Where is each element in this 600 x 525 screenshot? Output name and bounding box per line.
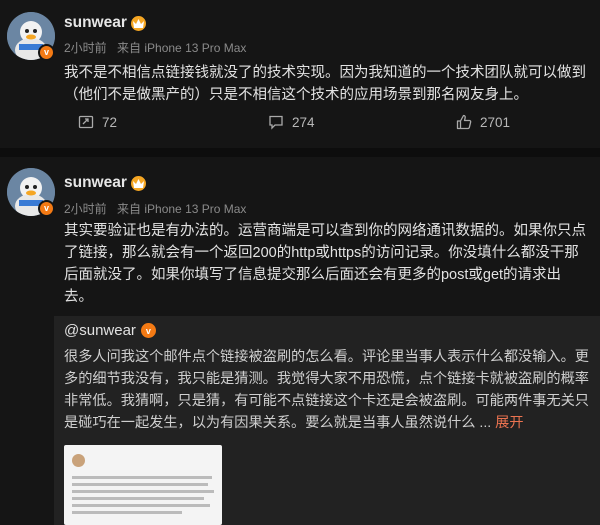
post-source: 来自 iPhone 13 Pro Max (117, 41, 247, 55)
comment-button[interactable]: 274 (268, 114, 315, 130)
comment-count: 274 (292, 114, 315, 130)
weibo-post-1: v sunwear 2小时前 来自 iPhone 13 Pro Max 我不是不… (0, 0, 600, 148)
like-button[interactable]: 2701 (456, 114, 510, 130)
post-time[interactable]: 2小时前 (64, 202, 107, 216)
repost-text: 很多人问我这个邮件点个链接被盗刷的怎么看。评论里当事人表示什么都没输入。更多的细… (64, 349, 589, 431)
username-text[interactable]: sunwear (64, 14, 127, 32)
repost-button[interactable]: 72 (78, 114, 117, 130)
post-text: 其实要验证也是有办法的。运营商端是可以查到你的网络通讯数据的。如果你只点了链接，… (64, 223, 586, 305)
username[interactable]: sunwear (64, 174, 146, 192)
repost-mention[interactable]: @sunwear (64, 322, 136, 339)
post-meta: 2小时前 来自 iPhone 13 Pro Max (64, 200, 253, 217)
like-count: 2701 (480, 114, 511, 130)
post-actions: 72 274 2701 (0, 114, 600, 138)
post-time[interactable]: 2小时前 (64, 41, 107, 55)
username-text[interactable]: sunwear (64, 174, 127, 192)
repost-image-thumbnail[interactable] (64, 445, 222, 525)
thumbnail-text-lines (72, 476, 214, 514)
thumbnail-text (72, 474, 218, 525)
username[interactable]: sunwear (64, 14, 146, 32)
verified-badge-icon: v (140, 323, 156, 338)
comment-icon (269, 115, 283, 130)
post-text: 我不是不相信点链接钱就没了的技术实现。因为我知道的一个技术团队就可以做到（他们不… (64, 65, 586, 103)
post-source: 来自 iPhone 13 Pro Max (117, 202, 247, 216)
like-icon (456, 114, 472, 130)
repost-author[interactable]: @sunwear v (64, 322, 156, 339)
repost-icon (78, 115, 94, 129)
verified-badge-icon: v (38, 44, 55, 61)
weibo-post-2: v sunwear 2小时前 来自 iPhone 13 Pro Max 其实要验… (0, 157, 600, 525)
thumbnail-avatar (72, 454, 85, 467)
crown-icon (130, 15, 146, 31)
verified-badge-icon: v (38, 200, 55, 217)
expand-link[interactable]: 展开 (495, 415, 523, 431)
repost-count: 72 (102, 114, 118, 130)
post-meta: 2小时前 来自 iPhone 13 Pro Max (64, 39, 253, 56)
crown-icon (130, 175, 146, 191)
reposted-content[interactable]: @sunwear v 很多人问我这个邮件点个链接被盗刷的怎么看。评论里当事人表示… (54, 316, 600, 525)
